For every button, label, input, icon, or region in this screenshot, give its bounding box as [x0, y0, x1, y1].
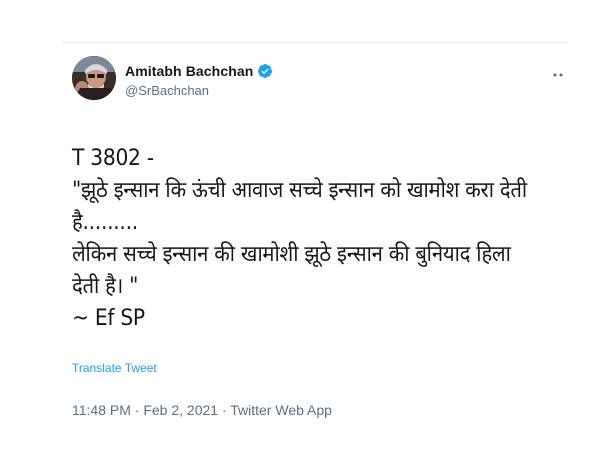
user-handle[interactable]: @SrBachchan: [125, 83, 273, 98]
avatar[interactable]: [72, 56, 116, 100]
tweet-line: देती है। ": [72, 274, 139, 299]
tweet-line: लेकिन सच्चे इन्सान की खामोशी झूठे इन्सान…: [72, 242, 511, 267]
more-options-icon[interactable]: [552, 65, 566, 77]
tweet-timestamp[interactable]: 11:48 PM · Feb 2, 2021 · Twitter Web App: [72, 402, 332, 418]
tweet-line: है.........: [72, 210, 138, 235]
tweet-text: T 3802 - "झूठे इन्सान कि ऊंची आवाज सच्चे…: [72, 143, 527, 335]
verified-badge-icon: [257, 63, 273, 79]
tweet-line: ~ Ef SP: [72, 306, 145, 331]
tweet-card: Amitabh Bachchan @SrBachchan T 3802 - "झ…: [62, 43, 568, 443]
profile-photo-icon: [72, 56, 116, 100]
tweet-line: "झूठे इन्सान कि ऊंची आवाज सच्चे इन्सान क…: [72, 178, 527, 203]
tweet-line: T 3802 -: [72, 146, 154, 171]
author-info: Amitabh Bachchan @SrBachchan: [125, 61, 273, 98]
display-name[interactable]: Amitabh Bachchan: [125, 63, 253, 79]
translate-tweet-link[interactable]: Translate Tweet: [72, 361, 157, 375]
